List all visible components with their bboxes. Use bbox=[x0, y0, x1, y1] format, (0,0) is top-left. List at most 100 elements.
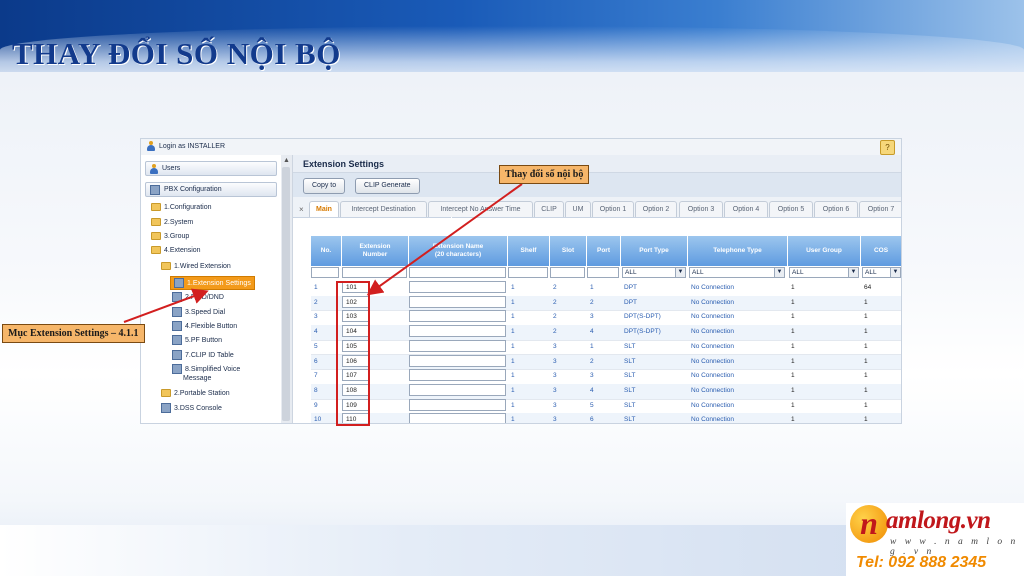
tree-label: 7.CLIP ID Table bbox=[185, 351, 234, 359]
page-icon bbox=[172, 335, 182, 345]
tab-option-3[interactable]: Option 3 bbox=[679, 201, 723, 217]
cell-name[interactable] bbox=[409, 383, 506, 396]
tab-option-6[interactable]: Option 6 bbox=[814, 201, 858, 217]
cell-slot: 3 bbox=[553, 386, 557, 394]
page-icon bbox=[172, 321, 182, 331]
scrollbar-thumb[interactable] bbox=[282, 167, 290, 421]
tab-clip[interactable]: CLIP bbox=[534, 201, 564, 217]
tree-dss-console[interactable]: 3.DSS Console bbox=[161, 403, 222, 413]
chevron-down-icon[interactable]: ▼ bbox=[890, 268, 900, 277]
nav-pbx-configuration[interactable]: PBX Configuration bbox=[145, 182, 277, 197]
folder-open-icon bbox=[161, 262, 171, 270]
tab-intercept-no-answer-time[interactable]: Intercept No Answer Time bbox=[428, 201, 533, 217]
tree-clip-id-table[interactable]: 7.CLIP ID Table bbox=[172, 350, 234, 360]
tab-close-icon[interactable]: × bbox=[299, 205, 304, 214]
tree-group[interactable]: 3.Group bbox=[151, 232, 189, 240]
cell-cos: 64 bbox=[864, 284, 872, 291]
filter-no[interactable] bbox=[311, 267, 339, 278]
tab-option-2[interactable]: Option 2 bbox=[635, 201, 677, 217]
cell-port: 1 bbox=[590, 342, 594, 350]
cell-shelf: 1 bbox=[511, 386, 515, 394]
cell-name[interactable] bbox=[409, 325, 506, 338]
tree-portable-station[interactable]: 2.Portable Station bbox=[161, 389, 230, 397]
help-icon[interactable]: ? bbox=[880, 140, 895, 155]
cell-shelf: 1 bbox=[511, 401, 515, 409]
col-user-group-label: User Group bbox=[806, 247, 842, 254]
cell-port: 2 bbox=[590, 298, 594, 306]
cell-name[interactable] bbox=[409, 354, 506, 367]
tab-main[interactable]: Main bbox=[309, 201, 339, 217]
logo-n-emblem: n bbox=[850, 505, 888, 543]
nav-scrollbar[interactable]: ▲ bbox=[281, 155, 293, 423]
tree-label: 3.DSS Console bbox=[174, 404, 222, 412]
nav-users[interactable]: Users bbox=[145, 161, 277, 176]
page-icon bbox=[172, 350, 182, 360]
clip-generate-button[interactable]: CLIP Generate bbox=[355, 178, 420, 194]
cell-user-group: 1 bbox=[791, 386, 795, 394]
cell-cos: 1 bbox=[864, 416, 868, 424]
tab-intercept-destination[interactable]: Intercept Destination bbox=[340, 201, 427, 217]
copy-to-button[interactable]: Copy to bbox=[303, 178, 346, 194]
tree-fwd-dnd[interactable]: 2.FWD/DND bbox=[172, 292, 224, 302]
tree-flexible-button[interactable]: 4.Flexible Button bbox=[172, 321, 237, 331]
col-ext-number-line1: Extension bbox=[359, 243, 391, 250]
tab-option-5[interactable]: Option 5 bbox=[769, 201, 813, 217]
tree-pf-button[interactable]: 5.PF Button bbox=[172, 335, 222, 345]
toolbar: Copy to CLIP Generate bbox=[293, 173, 901, 198]
chevron-down-icon[interactable]: ▼ bbox=[774, 268, 784, 277]
tree-label: 4.Extension bbox=[164, 246, 201, 254]
cell-user-group: 1 bbox=[791, 328, 795, 336]
cell-name[interactable] bbox=[409, 369, 506, 382]
filter-user-group[interactable]: ALL ▼ bbox=[789, 267, 859, 278]
nav-users-label: Users bbox=[162, 165, 181, 172]
cell-slot: 2 bbox=[553, 284, 557, 291]
tree-label: 1.Configuration bbox=[164, 203, 212, 211]
cell-shelf: 1 bbox=[511, 357, 515, 365]
cell-user-group: 1 bbox=[791, 401, 795, 409]
filter-telephone-type[interactable]: ALL ▼ bbox=[689, 267, 785, 278]
folder-icon bbox=[161, 389, 171, 397]
col-cos-label: COS bbox=[873, 247, 889, 254]
cell-port-type: DPT(S-DPT) bbox=[624, 328, 661, 336]
cell-user-group: 1 bbox=[791, 298, 795, 306]
filter-port[interactable] bbox=[587, 267, 619, 278]
filter-extension-name[interactable] bbox=[409, 267, 506, 278]
tree-configuration[interactable]: 1.Configuration bbox=[151, 203, 211, 211]
tab-option-4[interactable]: Option 4 bbox=[724, 201, 768, 217]
tree-system[interactable]: 2.System bbox=[151, 218, 193, 226]
filter-extension-number[interactable] bbox=[342, 267, 407, 278]
cell-tel-type: No Connection bbox=[691, 342, 734, 350]
col-telephone-type: Telephone Type bbox=[688, 236, 788, 266]
chevron-down-icon[interactable]: ▼ bbox=[848, 268, 858, 277]
tree-speed-dial[interactable]: 3.Speed Dial bbox=[172, 307, 225, 317]
cell-name[interactable] bbox=[409, 310, 506, 323]
cell-name[interactable] bbox=[409, 339, 506, 352]
cell-port-type: SLT bbox=[624, 357, 636, 365]
cell-name[interactable] bbox=[409, 413, 506, 423]
filter-shelf[interactable] bbox=[508, 267, 548, 278]
tree-label: 3.Group bbox=[164, 232, 190, 240]
filter-slot[interactable] bbox=[550, 267, 585, 278]
cell-slot: 3 bbox=[553, 372, 557, 380]
chevron-down-icon[interactable]: ▼ bbox=[675, 268, 685, 277]
tree-extension[interactable]: 4.Extension bbox=[151, 246, 201, 254]
page-icon bbox=[172, 292, 182, 302]
tree-wired-extension[interactable]: 1.Wired Extension bbox=[161, 262, 231, 270]
filter-cos[interactable]: ALL ▼ bbox=[862, 267, 901, 278]
cell-tel-type: No Connection bbox=[691, 284, 734, 291]
tab-option-1[interactable]: Option 1 bbox=[592, 201, 634, 217]
cell-name[interactable] bbox=[409, 295, 506, 308]
tree-extension-settings[interactable]: 1.Extension Settings bbox=[170, 276, 255, 290]
tab-option-7[interactable]: Option 7 bbox=[859, 201, 901, 217]
tree-simplified-voice[interactable]: 8.Simplified Voice bbox=[172, 364, 240, 374]
cell-name[interactable] bbox=[409, 281, 506, 293]
col-port: Port bbox=[587, 236, 621, 266]
cell-user-group: 1 bbox=[791, 342, 795, 350]
filter-port-type[interactable]: ALL ▼ bbox=[622, 267, 686, 278]
cell-shelf: 1 bbox=[511, 342, 515, 350]
cell-name[interactable] bbox=[409, 398, 506, 411]
tab-um[interactable]: UM bbox=[565, 201, 591, 217]
scroll-up-icon[interactable]: ▲ bbox=[282, 156, 291, 165]
cell-port: 4 bbox=[590, 328, 594, 336]
cell-cos: 1 bbox=[864, 372, 868, 380]
